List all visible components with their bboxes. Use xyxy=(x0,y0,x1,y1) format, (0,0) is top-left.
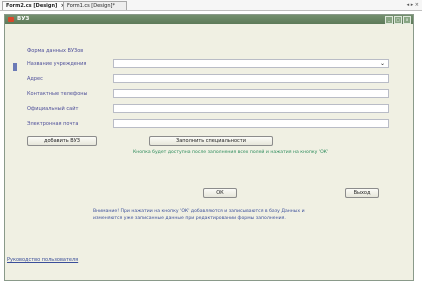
selection-marker xyxy=(13,63,17,71)
address-field[interactable] xyxy=(113,74,389,83)
label-address: Адрес xyxy=(27,76,43,82)
chevron-down-icon: ⌄ xyxy=(379,60,385,67)
form-window: ВУЗ _ □ x Форма данных ВУЗов Название уч… xyxy=(4,14,414,281)
minimize-icon[interactable]: _ xyxy=(385,16,393,24)
window-title: ВУЗ xyxy=(17,16,30,22)
label-website: Официальный сайт xyxy=(27,106,79,112)
maximize-icon[interactable]: □ xyxy=(394,16,402,24)
tab-form2-design[interactable]: Form2.cs [Design] × xyxy=(2,1,68,10)
fill-button-hint: Кнопка будет доступна после заполнения в… xyxy=(133,150,329,155)
exit-button[interactable]: Выход xyxy=(345,188,379,198)
close-icon[interactable]: x xyxy=(403,16,411,24)
warning-line-1: Внимание! При нажатии на кнопку 'ОК' доб… xyxy=(93,209,305,214)
tab-label: Form1.cs [Design]* xyxy=(67,3,115,9)
email-field[interactable] xyxy=(113,119,389,128)
label-institution: Название учреждения xyxy=(27,61,87,67)
user-guide-link[interactable]: Руководство пользователя xyxy=(7,257,78,263)
tab-form1-design[interactable]: Form1.cs [Design]* xyxy=(63,1,127,10)
form-header: Форма данных ВУЗов xyxy=(27,48,84,54)
ok-button[interactable]: ОК xyxy=(203,188,237,198)
document-tab-strip: Form2.cs [Design] × Form1.cs [Design]* ◂… xyxy=(0,0,422,11)
add-university-button[interactable]: добавить ВУЗ xyxy=(27,136,97,146)
window-titlebar: ВУЗ _ □ x xyxy=(5,15,413,24)
phones-field[interactable] xyxy=(113,89,389,98)
fill-specialties-button[interactable]: Заполнить специальности xyxy=(149,136,273,146)
warning-line-2: изменяются уже записанные данные при ред… xyxy=(93,216,286,221)
app-icon xyxy=(8,17,14,22)
institution-select[interactable]: ⌄ xyxy=(113,59,389,68)
label-email: Электронная почта xyxy=(27,121,79,127)
tab-label: Form2.cs [Design] xyxy=(6,3,58,9)
tab-scroll-controls[interactable]: ◂ ▸ × xyxy=(407,2,419,8)
label-phones: Контактные телефоны xyxy=(27,91,88,97)
website-field[interactable] xyxy=(113,104,389,113)
